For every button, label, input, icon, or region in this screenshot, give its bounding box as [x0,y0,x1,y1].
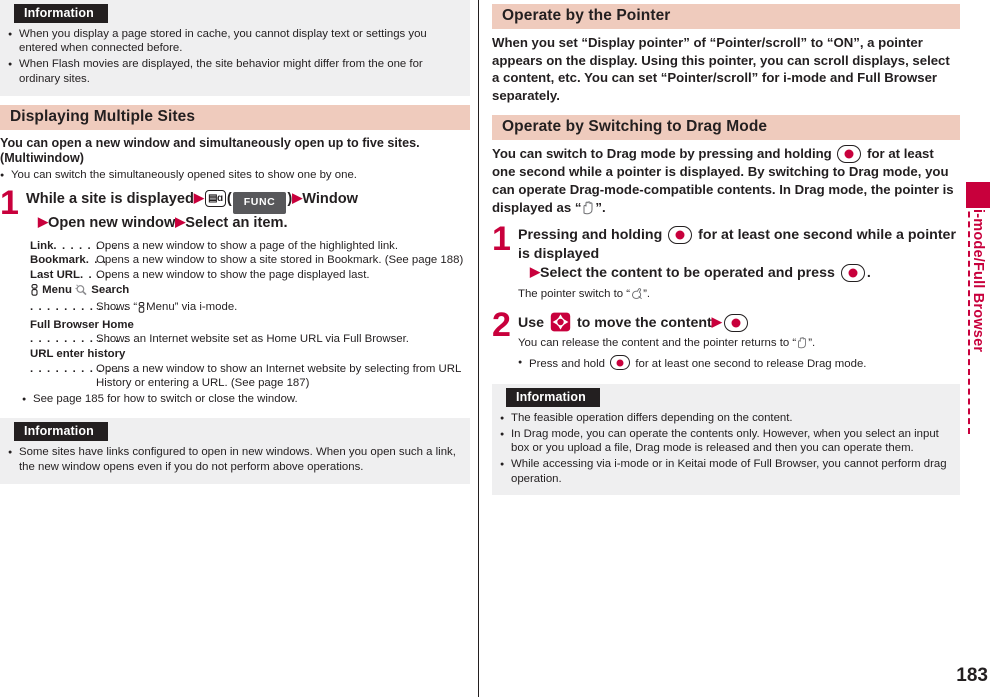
information-box-bottom: Information Some sites have links config… [0,418,470,484]
list-item: Bookmark. . . Opens a new window to show… [0,253,464,268]
step-text: Open new window [48,215,176,232]
option-term-text: Search [91,283,130,296]
information-title: Information [14,4,108,23]
search-magnifier-icon [75,284,88,301]
list-item: While accessing via i-mode or in Keitai … [500,457,952,486]
information-title: Information [14,422,108,442]
step-body-text: You can release the content and the poin… [518,336,960,353]
option-dots: . . . . . . . . . . . . [30,301,129,314]
step-text: Window [302,190,358,207]
section-header-operate-by-the-pointer: Operate by the Pointer [492,4,960,29]
list-item: . . . . . . . . . . . . Opens a new wind… [0,362,464,391]
step-text: Select an item. [185,215,288,232]
imenu-icon [30,283,39,301]
four-way-navigation-key-icon [550,312,571,332]
option-description: Shows “ Menu” via i-mode. [96,300,464,318]
list-item: . . . . . . . . . . . . Shows an Interne… [0,332,464,347]
center-select-key-icon [840,264,865,283]
information-box-right: Information The feasible operation diffe… [492,383,960,496]
option-dots: . . . . . . . . . . . . [30,333,129,346]
open-hand-pointer-icon [581,200,595,220]
step-1: 1 Pressing and holding for at least one … [492,220,960,304]
list-item: When you display a page stored in cache,… [8,27,462,56]
manual-page: Information When you display a page stor… [0,0,1004,697]
option-dots: . . . . . . . . . . . . [30,362,129,375]
information-box-top: Information When you display a page stor… [0,0,470,96]
step-body-text: The pointer switch to “ ”. [518,287,960,304]
information-list: The feasible operation differs depending… [500,411,952,486]
step-2: 2 Use to move the content▶ You can relea… [492,306,960,372]
section-header-displaying-multiple-sites: Displaying Multiple Sites [0,104,470,130]
func-softkey-button[interactable]: FUNC [232,191,287,215]
option-term-imenu-search: Menu Search [0,283,464,301]
step-heading: While a site is displayed▶ ▤ɑ(FUNC)▶Windo… [26,189,464,215]
information-list: Some sites have links configured to open… [8,445,462,474]
option-term: Bookmark. . . [30,254,108,267]
step-1: 1 While a site is displayed▶ ▤ɑ(FUNC)▶Win… [0,183,464,234]
step-subheading: ▶Open new window▶Select an item. [26,214,464,234]
option-description: Opens a new window to show a site stored… [96,254,464,267]
list-item: In Drag mode, you can operate the conten… [500,427,952,456]
arrow-marker: ▶ [530,264,540,280]
section-lead-text: You can open a new window and simultaneo… [0,135,420,166]
list-item: The feasible operation differs depending… [500,411,952,426]
step-number: 1 [0,183,19,222]
imenu-icon [137,302,146,318]
arrow-marker: ▶ [711,314,722,330]
information-title: Information [506,387,600,407]
center-select-key-icon [668,226,693,245]
information-list: When you display a page stored in cache,… [8,27,462,86]
left-column: Information When you display a page stor… [0,0,470,484]
column-divider [478,0,479,697]
arrow-marker: ▶ [175,214,186,230]
section-lead-bullet: You can switch the simultaneously opened… [0,168,464,183]
option-term-url-enter-history: URL enter history [30,348,126,360]
list-item: Last URL. . . . Opens a new window to sh… [0,268,464,283]
step-subheading: ▶Select the content to be operated and p… [530,264,871,283]
step-number: 1 [492,220,511,259]
list-item: . . . . . . . . . . . . Shows “ Menu” vi… [0,300,464,318]
center-select-key-icon [723,314,748,333]
drag-section-lead: You can switch to Drag mode by pressing … [492,145,960,219]
open-hand-pointer-icon [796,336,808,353]
chapter-side-tab: i-mode/Full Browser [966,182,990,352]
arrow-marker: ▶ [292,189,303,205]
pointer-section-lead: When you set “Display pointer” of “Point… [492,35,950,103]
step-text: While a site is displayed [26,190,194,207]
option-term: Last URL. . . . [30,269,110,282]
grabbing-hand-pointer-icon [630,287,643,304]
imode-func-key-icon: ▤ɑ [204,189,226,207]
step-heading: Use to move the content▶ [518,312,960,333]
step-heading: Pressing and holding for at least one se… [518,226,956,263]
page-number: 183 [956,665,988,686]
arrow-marker: ▶ [193,189,204,205]
option-term-full-browser-home: Full Browser Home [30,318,134,331]
center-select-key-icon [610,355,631,371]
option-term-text: Menu [42,283,72,296]
option-description: Opens a new window to show an Internet w… [96,362,461,390]
list-item: Link. . . . . . . . Opens a new window t… [0,239,464,254]
option-description: Opens a new window to show the page disp… [96,269,370,282]
side-tab-color-block [966,182,990,208]
list-item: When Flash movies are displayed, the sit… [8,57,462,86]
right-column: Operate by the Pointer When you set “Dis… [492,0,960,496]
option-term: Link. . . . . . . . [30,239,118,252]
center-select-key-icon [837,145,862,164]
option-description: Opens a new window to show a page of the… [96,239,399,252]
step-number: 2 [492,306,511,345]
side-tab-label: i-mode/Full Browser [970,209,986,353]
section-header-operate-by-switching-to-drag-mode: Operate by Switching to Drag Mode [492,115,960,141]
after-list-bullet: See page 185 for how to switch or close … [22,392,464,407]
step-2-bullet: Press and hold for at least one second t… [518,355,960,371]
option-definition-list: Link. . . . . . . . Opens a new window t… [0,239,464,407]
paren-open: ( [226,190,232,207]
list-item: Some sites have links configured to open… [8,445,462,474]
option-description: Shows an Internet website set as Home UR… [96,333,409,346]
arrow-marker: ▶ [38,214,48,230]
